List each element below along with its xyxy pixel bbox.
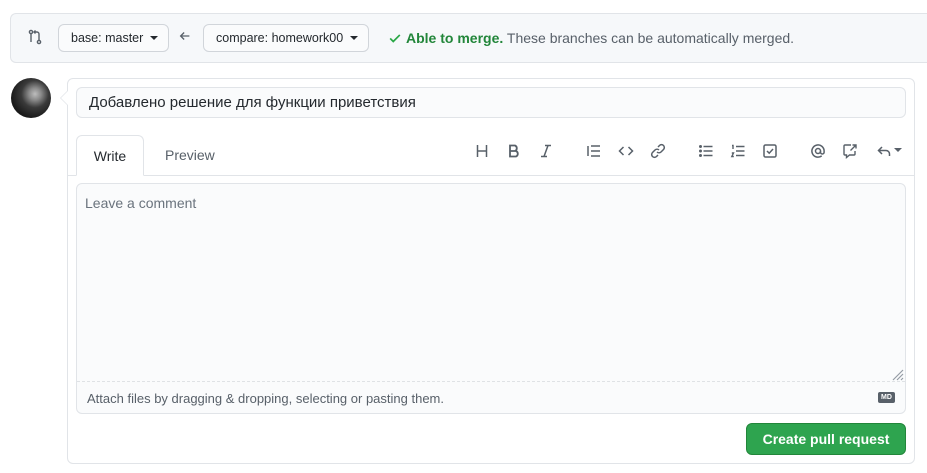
chevron-down-icon	[149, 35, 158, 40]
arrow-left-icon	[178, 29, 194, 45]
check-icon	[388, 31, 402, 48]
merge-ok-text: Able to merge.	[406, 30, 504, 46]
quote-icon[interactable]	[584, 141, 604, 161]
attach-divider	[77, 381, 905, 382]
comment-textarea[interactable]	[76, 183, 906, 414]
comment-placeholder: Leave a comment	[85, 195, 197, 211]
code-icon[interactable]	[616, 141, 636, 161]
bold-icon[interactable]	[504, 141, 524, 161]
heading-icon[interactable]	[472, 141, 492, 161]
cross-reference-icon[interactable]	[840, 141, 860, 161]
compare-bar: base: master compare: homework00 Able to…	[10, 13, 927, 63]
create-pull-request-button[interactable]: Create pull request	[746, 423, 906, 455]
compare-prefix: compare:	[216, 31, 269, 45]
reply-icon[interactable]	[874, 141, 904, 161]
avatar[interactable]	[11, 78, 51, 118]
compare-branch-name: homework00	[271, 31, 344, 45]
resize-handle-icon[interactable]	[890, 367, 904, 381]
pr-title-input[interactable]	[76, 87, 906, 118]
base-prefix: base:	[71, 31, 102, 45]
attach-files-hint[interactable]: Attach files by dragging & dropping, sel…	[87, 391, 444, 406]
compare-branch-selector[interactable]: compare: homework00	[203, 24, 369, 52]
chevron-down-icon	[894, 148, 902, 152]
tab-preview[interactable]: Preview	[149, 135, 231, 176]
merge-status: Able to merge. These branches can be aut…	[388, 30, 794, 48]
link-icon[interactable]	[648, 141, 668, 161]
tab-write[interactable]: Write	[76, 135, 144, 176]
task-list-icon[interactable]	[760, 141, 780, 161]
base-branch-selector[interactable]: base: master	[58, 24, 169, 52]
italic-icon[interactable]	[536, 141, 556, 161]
compare-branches-icon	[27, 29, 45, 47]
merge-message: These branches can be automatically merg…	[506, 30, 795, 46]
markdown-icon[interactable]: MD	[878, 392, 895, 403]
chevron-down-icon	[349, 35, 358, 40]
mention-icon[interactable]	[808, 141, 828, 161]
ordered-list-icon[interactable]	[728, 141, 748, 161]
base-branch-name: master	[105, 31, 144, 45]
unordered-list-icon[interactable]	[696, 141, 716, 161]
